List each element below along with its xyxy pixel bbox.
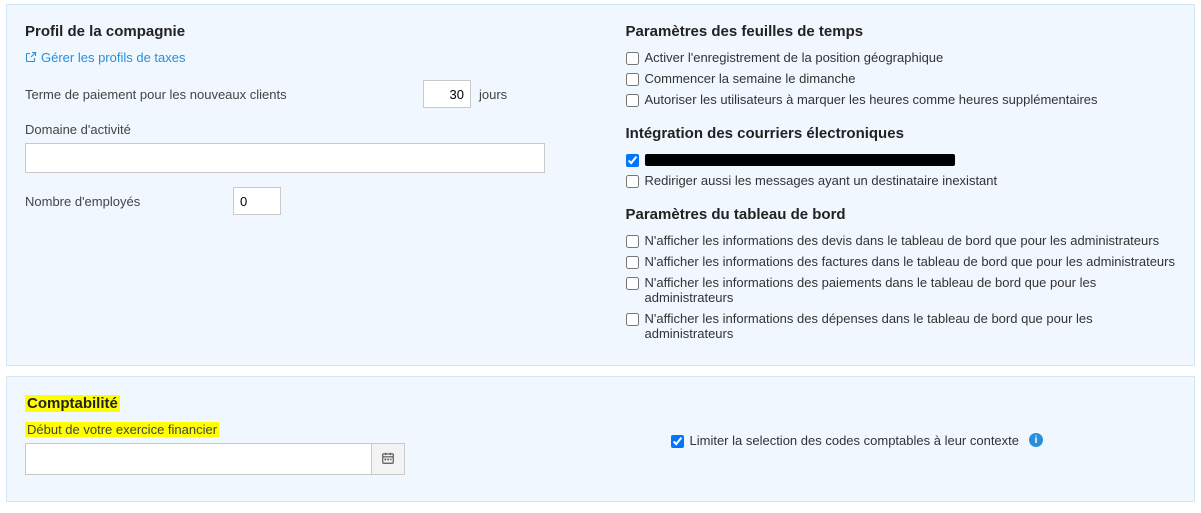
manage-tax-profiles-link[interactable]: Gérer les profils de taxes xyxy=(25,50,186,65)
dash-quotes-label: N'afficher les informations des devis da… xyxy=(645,233,1160,248)
manage-tax-profiles-label: Gérer les profils de taxes xyxy=(41,50,186,65)
email-redirect-row[interactable]: Rediriger aussi les messages ayant un de… xyxy=(626,173,1177,188)
limit-codes-checkbox[interactable] xyxy=(671,435,684,448)
geo-checkbox[interactable] xyxy=(626,52,639,65)
limit-codes-row[interactable]: Limiter la selection des codes comptable… xyxy=(671,433,1177,448)
timesheet-title: Paramètres des feuilles de temps xyxy=(626,23,1177,40)
payment-term-input[interactable] xyxy=(423,80,471,108)
dash-quotes-row[interactable]: N'afficher les informations des devis da… xyxy=(626,233,1177,248)
accounting-columns: Comptabilité Début de votre exercice fin… xyxy=(25,395,1176,483)
payment-term-label: Terme de paiement pour les nouveaux clie… xyxy=(25,87,415,102)
fiscal-start-input[interactable] xyxy=(25,443,371,475)
geo-label: Activer l'enregistrement de la position … xyxy=(645,50,944,65)
email-redacted-checkbox[interactable] xyxy=(626,154,639,167)
dash-expenses-label: N'afficher les informations des dépenses… xyxy=(645,311,1177,341)
calendar-button[interactable] xyxy=(371,443,405,475)
activity-row: Domaine d'activité xyxy=(25,122,576,173)
fiscal-start-input-group xyxy=(25,443,405,475)
dash-payments-label: N'afficher les informations des paiement… xyxy=(645,275,1177,305)
info-icon[interactable]: i xyxy=(1029,433,1043,447)
external-link-icon xyxy=(25,51,37,66)
fiscal-start-row: Début de votre exercice financier xyxy=(25,422,531,475)
accounting-right: Limiter la selection des codes comptable… xyxy=(581,395,1177,483)
dash-expenses-checkbox[interactable] xyxy=(626,313,639,326)
geo-checkbox-row[interactable]: Activer l'enregistrement de la position … xyxy=(626,50,1177,65)
accounting-panel: Comptabilité Début de votre exercice fin… xyxy=(6,376,1195,502)
settings-column: Paramètres des feuilles de temps Activer… xyxy=(626,23,1177,347)
sunday-label: Commencer la semaine le dimanche xyxy=(645,71,856,86)
dash-expenses-row[interactable]: N'afficher les informations des dépenses… xyxy=(626,311,1177,341)
activity-input[interactable] xyxy=(25,143,545,173)
columns: Profil de la compagnie Gérer les profils… xyxy=(25,23,1176,347)
sunday-checkbox[interactable] xyxy=(626,73,639,86)
company-profile-panel: Profil de la compagnie Gérer les profils… xyxy=(6,4,1195,366)
employees-row: Nombre d'employés xyxy=(25,187,576,215)
employees-input[interactable] xyxy=(233,187,281,215)
tax-profiles-row: Gérer les profils de taxes xyxy=(25,50,576,66)
dash-invoices-label: N'afficher les informations des factures… xyxy=(645,254,1175,269)
email-redirect-checkbox[interactable] xyxy=(626,175,639,188)
redacted-text xyxy=(645,154,955,166)
email-redirect-label: Rediriger aussi les messages ayant un de… xyxy=(645,173,998,188)
company-profile-title: Profil de la compagnie xyxy=(25,23,576,40)
dash-invoices-checkbox[interactable] xyxy=(626,256,639,269)
dash-invoices-row[interactable]: N'afficher les informations des factures… xyxy=(626,254,1177,269)
activity-label: Domaine d'activité xyxy=(25,122,576,137)
payment-term-unit: jours xyxy=(479,87,507,102)
accounting-left: Comptabilité Début de votre exercice fin… xyxy=(25,395,531,483)
dashboard-title: Paramètres du tableau de bord xyxy=(626,206,1177,223)
overtime-label: Autoriser les utilisateurs à marquer les… xyxy=(645,92,1098,107)
company-profile-column: Profil de la compagnie Gérer les profils… xyxy=(25,23,576,347)
overtime-checkbox-row[interactable]: Autoriser les utilisateurs à marquer les… xyxy=(626,92,1177,107)
payment-term-row: Terme de paiement pour les nouveaux clie… xyxy=(25,80,576,108)
dash-quotes-checkbox[interactable] xyxy=(626,235,639,248)
sunday-checkbox-row[interactable]: Commencer la semaine le dimanche xyxy=(626,71,1177,86)
dash-payments-row[interactable]: N'afficher les informations des paiement… xyxy=(626,275,1177,305)
email-redacted-row[interactable] xyxy=(626,152,1177,167)
email-integration-title: Intégration des courriers électroniques xyxy=(626,125,1177,142)
accounting-title: Comptabilité xyxy=(25,395,531,412)
calendar-icon xyxy=(381,451,395,468)
fiscal-start-label: Début de votre exercice financier xyxy=(25,422,531,437)
limit-codes-label: Limiter la selection des codes comptable… xyxy=(690,433,1020,448)
employees-label: Nombre d'employés xyxy=(25,194,225,209)
dash-payments-checkbox[interactable] xyxy=(626,277,639,290)
overtime-checkbox[interactable] xyxy=(626,94,639,107)
